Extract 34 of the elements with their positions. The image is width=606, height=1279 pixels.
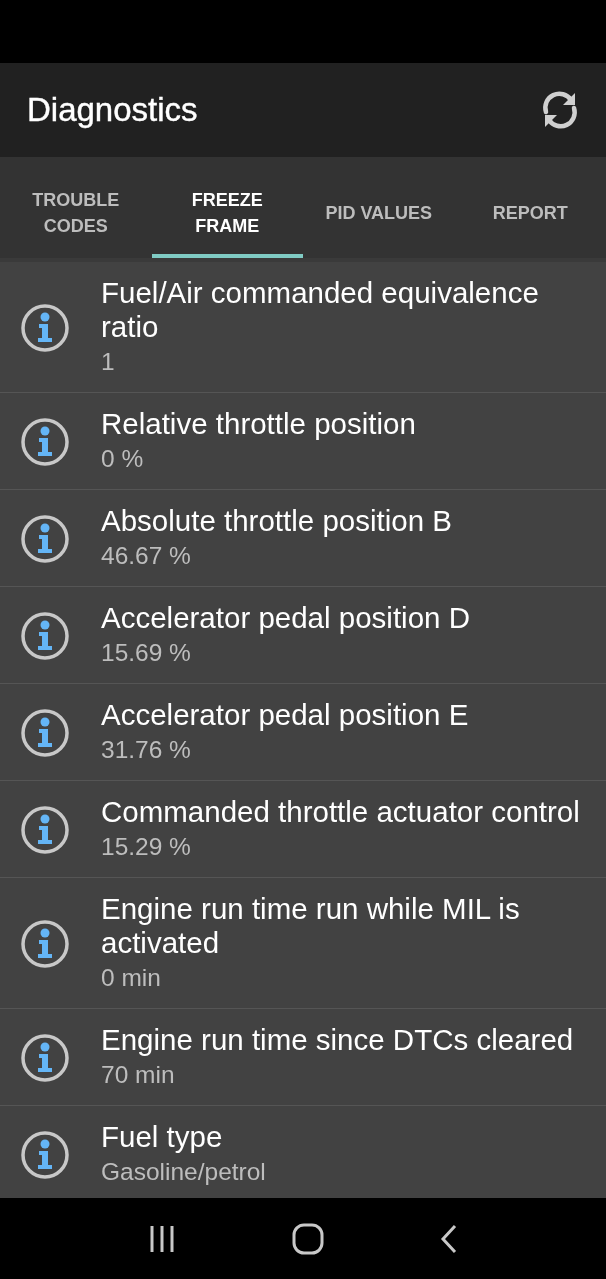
parameter-name: Engine run time since DTCs cleared xyxy=(101,1023,574,1057)
info-icon[interactable] xyxy=(20,514,70,564)
refresh-icon[interactable] xyxy=(540,90,580,130)
home-icon[interactable] xyxy=(292,1222,324,1255)
app-title: Diagnostics xyxy=(27,90,198,131)
parameter-value: 70 min xyxy=(101,1060,176,1090)
tab[interactable]: TROUBLE CODES xyxy=(0,157,152,258)
parameter-name: Fuel/Air commanded equivalence ratio xyxy=(101,276,540,344)
info-icon[interactable] xyxy=(20,1033,70,1083)
parameter-name: Commanded throttle actuator control xyxy=(101,795,580,829)
tab[interactable]: REPORT xyxy=(454,157,606,258)
parameter-name: Fuel type xyxy=(101,1120,224,1154)
parameter-value: 1 xyxy=(101,347,116,377)
parameter-value: 46.67 % xyxy=(101,541,192,571)
info-icon[interactable] xyxy=(20,303,70,353)
parameter-value: 0 % xyxy=(101,444,145,474)
parameter-value: Gasoline/petrol xyxy=(101,1157,266,1187)
parameter-value: 15.69 % xyxy=(101,638,192,668)
parameter-name: Absolute throttle position B xyxy=(101,504,452,538)
parameter-value: 15.29 % xyxy=(101,832,192,862)
parameter-name: Engine run time run while MIL is activated xyxy=(101,892,521,960)
info-icon[interactable] xyxy=(20,1130,70,1180)
info-icon[interactable] xyxy=(20,708,70,758)
info-icon[interactable] xyxy=(20,919,70,969)
parameter-name: Accelerator pedal position D xyxy=(101,601,470,635)
tab[interactable]: PID VALUES xyxy=(303,157,455,258)
parameter-value: 31.76 % xyxy=(101,735,192,765)
info-icon[interactable] xyxy=(20,417,70,467)
back-icon[interactable] xyxy=(438,1222,459,1255)
info-icon[interactable] xyxy=(20,805,70,855)
parameter-value: 0 min xyxy=(101,963,162,993)
parameter-name: Accelerator pedal position E xyxy=(101,698,469,732)
info-icon[interactable] xyxy=(20,611,70,661)
parameter-name: Relative throttle position xyxy=(101,407,416,441)
